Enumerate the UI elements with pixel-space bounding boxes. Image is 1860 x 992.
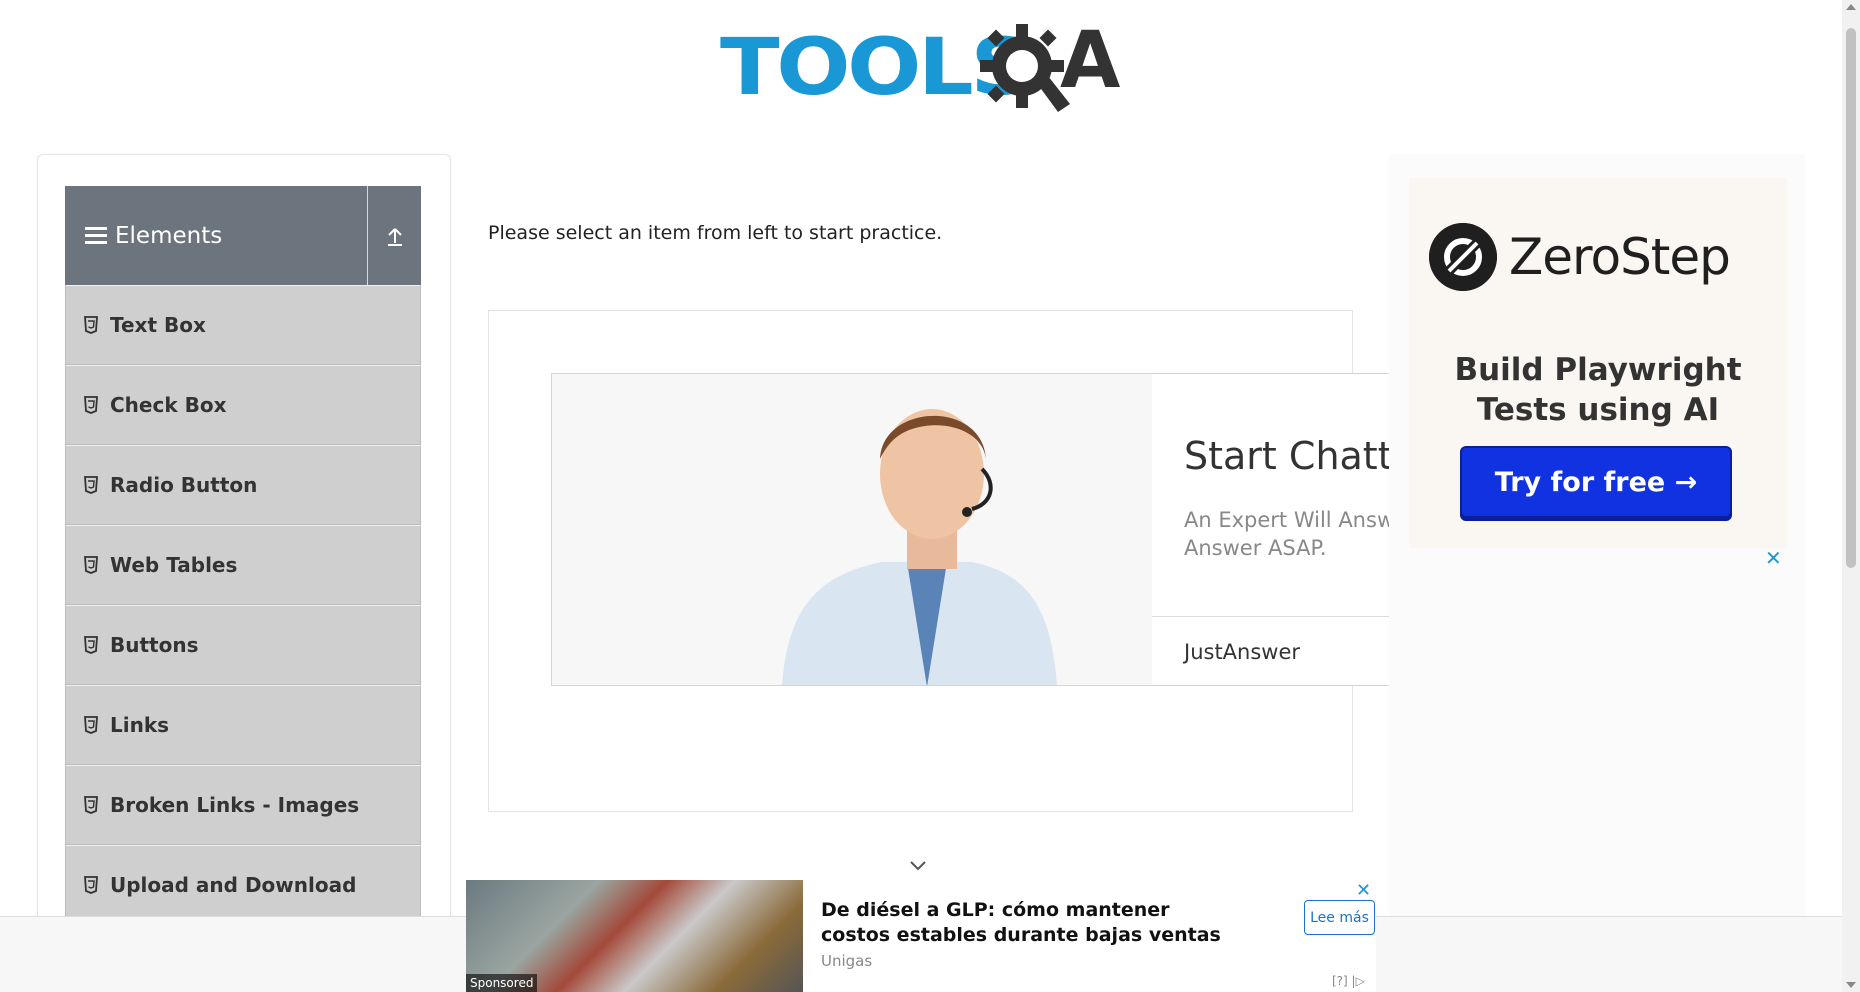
menu-item-label: Check Box — [110, 393, 227, 417]
ad-image: Sponsored — [466, 880, 803, 992]
justanswer-ad[interactable]: Start Chattin An Expert Will Answe an An… — [551, 373, 1391, 686]
menu-item-web-tables[interactable]: Web Tables — [65, 525, 421, 605]
ad-headline[interactable]: De diésel a GLP: cómo mantener costos es… — [821, 898, 1241, 948]
support-agent-image — [552, 374, 1152, 685]
page-scrollbar[interactable] — [1842, 0, 1860, 992]
menu-item-label: Web Tables — [110, 553, 238, 577]
menu-item-label: Upload and Download — [110, 873, 357, 897]
menu-item-label: Text Box — [110, 313, 206, 337]
ad-photo — [552, 374, 1152, 685]
menu-item-check-box[interactable]: Check Box — [65, 365, 421, 445]
tagline-line-1: Build Playwright — [1454, 352, 1742, 388]
sponsored-label: Sponsored — [466, 974, 538, 992]
menu-item-broken-links-images[interactable]: Broken Links - Images — [65, 765, 421, 845]
tagline-line-2: Tests using AI — [1476, 392, 1720, 428]
html5-icon — [84, 316, 98, 334]
menu-item-upload-and-download[interactable]: Upload and Download — [65, 845, 421, 925]
menu-item-radio-button[interactable]: Radio Button — [65, 445, 421, 525]
left-panel: Elements Text Box Check Box Radio Button… — [37, 154, 451, 992]
zerostep-card: ZeroStep Build Playwright Tests using AI… — [1409, 178, 1787, 548]
zerostep-mark-icon — [1429, 223, 1497, 291]
menu-item-links[interactable]: Links — [65, 685, 421, 765]
lee-mas-button[interactable]: Lee más — [1304, 900, 1375, 935]
toolsqa-logo[interactable]: TOOLS A — [720, 18, 1125, 118]
menu-item-buttons[interactable]: Buttons — [65, 605, 421, 685]
html5-icon — [84, 636, 98, 654]
menu-item-text-box[interactable]: Text Box — [65, 285, 421, 365]
close-icon[interactable]: ✕ — [1765, 546, 1782, 570]
group-title: Elements — [65, 186, 368, 285]
menu-icon — [85, 226, 107, 245]
menu-item-label: Buttons — [110, 633, 199, 657]
menu-item-label: Broken Links - Images — [110, 793, 360, 817]
try-for-free-button[interactable]: Try for free → — [1460, 446, 1732, 518]
unigas-ad[interactable]: Sponsored De diésel a GLP: cómo mantener… — [466, 880, 1376, 992]
ad-brand: JustAnswer — [1184, 640, 1301, 664]
logo-suffix: A — [1060, 16, 1121, 106]
collapse-toggle[interactable] — [368, 186, 421, 285]
adchoices-icon[interactable]: [?] |▷ — [1332, 974, 1365, 988]
elements-group-header[interactable]: Elements — [65, 186, 421, 285]
html5-icon — [84, 796, 98, 814]
chevron-down-icon[interactable] — [908, 858, 928, 874]
html5-icon — [84, 556, 98, 574]
zerostep-tagline: Build Playwright Tests using AI — [1409, 350, 1787, 430]
zerostep-brand: ZeroStep — [1509, 228, 1731, 286]
upload-arrow-icon — [387, 227, 402, 246]
menu-item-label: Radio Button — [110, 473, 258, 497]
elements-menu: Text Box Check Box Radio Button Web Tabl… — [65, 285, 421, 925]
scroll-up-arrow-icon[interactable] — [1846, 4, 1856, 10]
html5-icon — [84, 716, 98, 734]
zerostep-ad[interactable]: ZeroStep Build Playwright Tests using AI… — [1389, 154, 1805, 992]
group-title-label: Elements — [115, 222, 223, 249]
close-icon[interactable]: ✕ — [1356, 880, 1371, 901]
zerostep-logo: ZeroStep — [1429, 223, 1731, 291]
ad-divider — [1152, 616, 1390, 617]
html5-icon — [84, 476, 98, 494]
html5-icon — [84, 396, 98, 414]
scrollbar-thumb[interactable] — [1846, 28, 1856, 568]
menu-item-label: Links — [110, 713, 170, 737]
practice-instruction: Please select an item from left to start… — [488, 222, 943, 244]
ad-brand: Unigas — [821, 952, 873, 970]
scroll-down-arrow-icon[interactable] — [1846, 982, 1856, 988]
ad-title: Start Chattin — [1184, 434, 1391, 478]
ad-subtitle: An Expert Will Answe an Answer ASAP. — [1184, 508, 1390, 560]
html5-icon — [84, 876, 98, 894]
